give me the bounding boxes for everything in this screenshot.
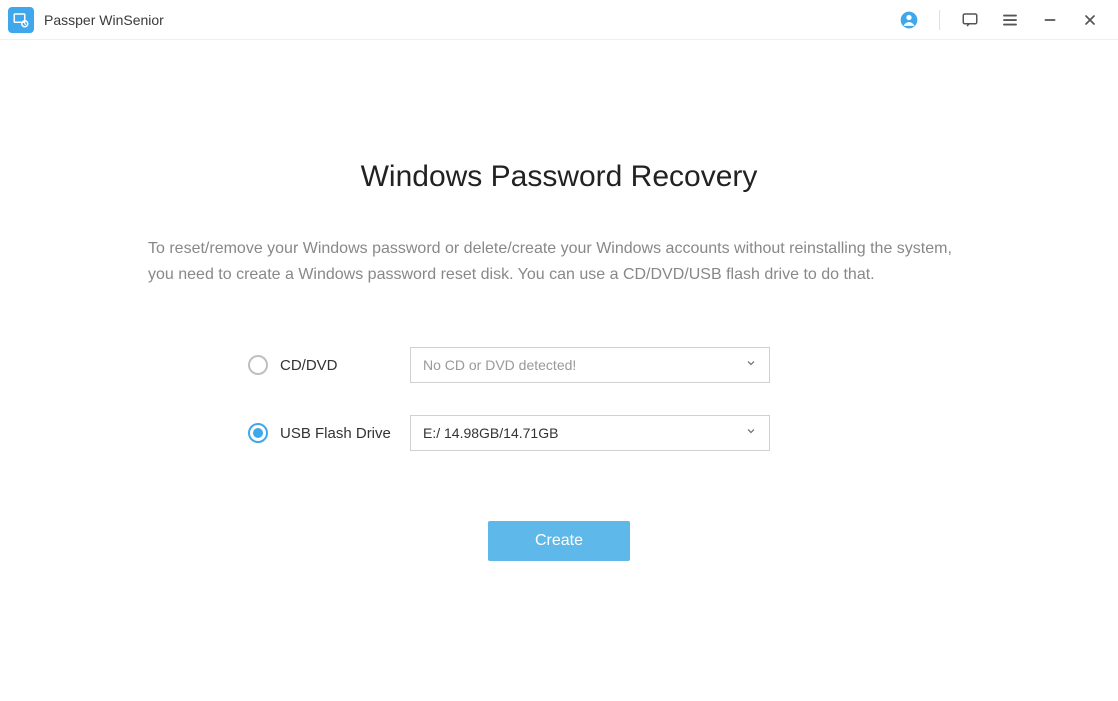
option-cddvd: CD/DVD No CD or DVD detected! [148, 347, 970, 383]
dropdown-cddvd-value: No CD or DVD detected! [423, 357, 745, 373]
label-usb: USB Flash Drive [280, 425, 410, 442]
dropdown-usb-value: E:/ 14.98GB/14.71GB [423, 425, 745, 441]
titlebar: Passper WinSenior [0, 0, 1118, 40]
app-title: Passper WinSenior [44, 12, 164, 28]
menu-icon[interactable] [996, 6, 1024, 34]
feedback-icon[interactable] [956, 6, 984, 34]
create-button[interactable]: Create [488, 521, 630, 561]
dropdown-usb[interactable]: E:/ 14.98GB/14.71GB [410, 415, 770, 451]
dropdown-cddvd[interactable]: No CD or DVD detected! [410, 347, 770, 383]
minimize-button[interactable] [1036, 6, 1064, 34]
app-logo-icon [8, 7, 34, 33]
close-button[interactable] [1076, 6, 1104, 34]
page-description: To reset/remove your Windows password or… [148, 236, 970, 287]
main-content: Windows Password Recovery To reset/remov… [0, 40, 1118, 561]
titlebar-controls [895, 6, 1104, 34]
chevron-down-icon [745, 356, 757, 374]
radio-usb[interactable] [248, 423, 268, 443]
radio-cddvd[interactable] [248, 355, 268, 375]
label-cddvd: CD/DVD [280, 357, 410, 374]
option-usb: USB Flash Drive E:/ 14.98GB/14.71GB [148, 415, 970, 451]
page-title: Windows Password Recovery [148, 160, 970, 194]
chevron-down-icon [745, 424, 757, 442]
account-icon[interactable] [895, 6, 923, 34]
titlebar-divider [939, 10, 940, 30]
